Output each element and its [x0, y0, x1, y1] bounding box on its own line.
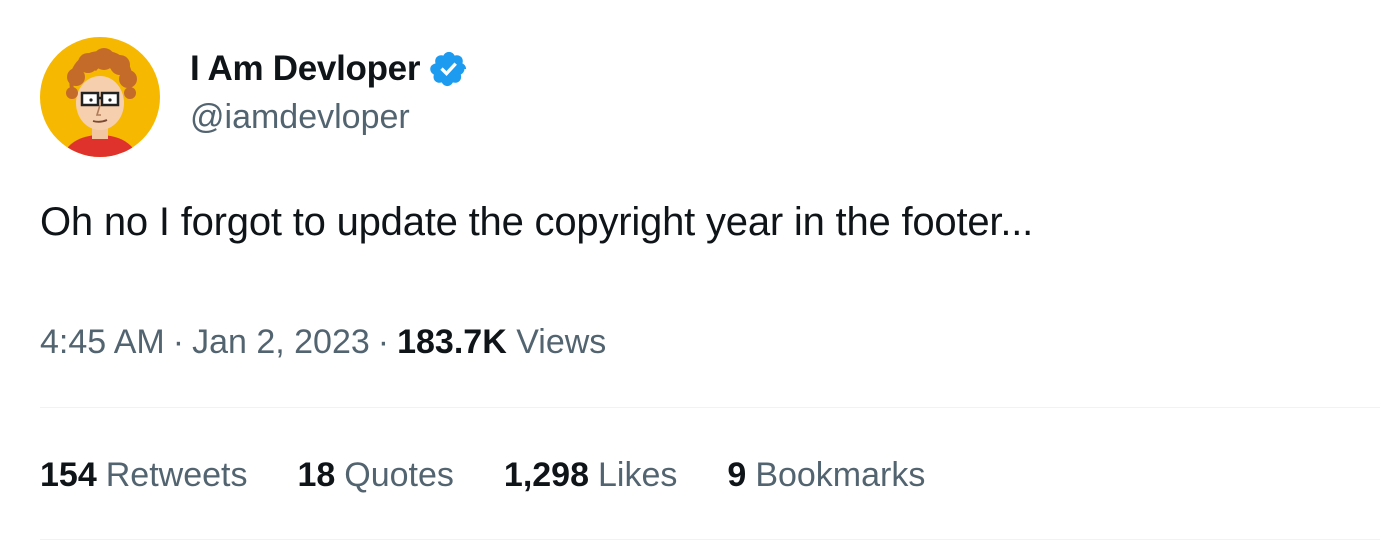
likes-stat[interactable]: 1,298 Likes — [504, 456, 677, 495]
tweet-stats: 154 Retweets 18 Quotes 1,298 Likes 9 Boo… — [40, 452, 975, 498]
cartoon-developer-avatar-icon — [40, 37, 160, 157]
tweet-date: Jan 2, 2023 — [192, 323, 370, 361]
tweet-text: Oh no I forgot to update the copyright y… — [40, 200, 1034, 244]
tweet-meta: 4:45 AM · Jan 2, 2023 · 183.7K Views — [40, 320, 606, 364]
tweet-time: 4:45 AM — [40, 323, 165, 361]
divider — [40, 407, 1380, 408]
tweet-time-link[interactable]: 4:45 AM · Jan 2, 2023 — [40, 323, 370, 361]
likes-label: Likes — [598, 455, 678, 494]
divider — [40, 539, 1380, 540]
tweet-card: I Am Devloper @iamdevloper Oh no I forgo… — [0, 0, 1380, 556]
author-display-name[interactable]: I Am Devloper — [190, 49, 420, 89]
meta-separator: · — [172, 323, 185, 361]
author-handle[interactable]: @iamdevloper — [190, 98, 410, 137]
verified-badge-icon — [429, 49, 469, 89]
quotes-count: 18 — [297, 455, 336, 494]
views-count: 183.7K — [397, 323, 507, 361]
bookmarks-label: Bookmarks — [755, 455, 926, 494]
bookmarks-count: 9 — [727, 455, 747, 494]
views-label: Views — [516, 323, 607, 361]
quotes-label: Quotes — [344, 455, 454, 494]
retweets-stat[interactable]: 154 Retweets — [40, 456, 247, 495]
meta-separator: · — [377, 323, 390, 361]
retweets-count: 154 — [40, 455, 97, 494]
retweets-label: Retweets — [105, 455, 248, 494]
likes-count: 1,298 — [503, 455, 590, 494]
avatar[interactable] — [40, 37, 160, 157]
author-name-row: I Am Devloper — [190, 46, 469, 92]
quotes-stat[interactable]: 18 Quotes — [297, 456, 453, 495]
bookmarks-stat[interactable]: 9 Bookmarks — [727, 456, 925, 495]
